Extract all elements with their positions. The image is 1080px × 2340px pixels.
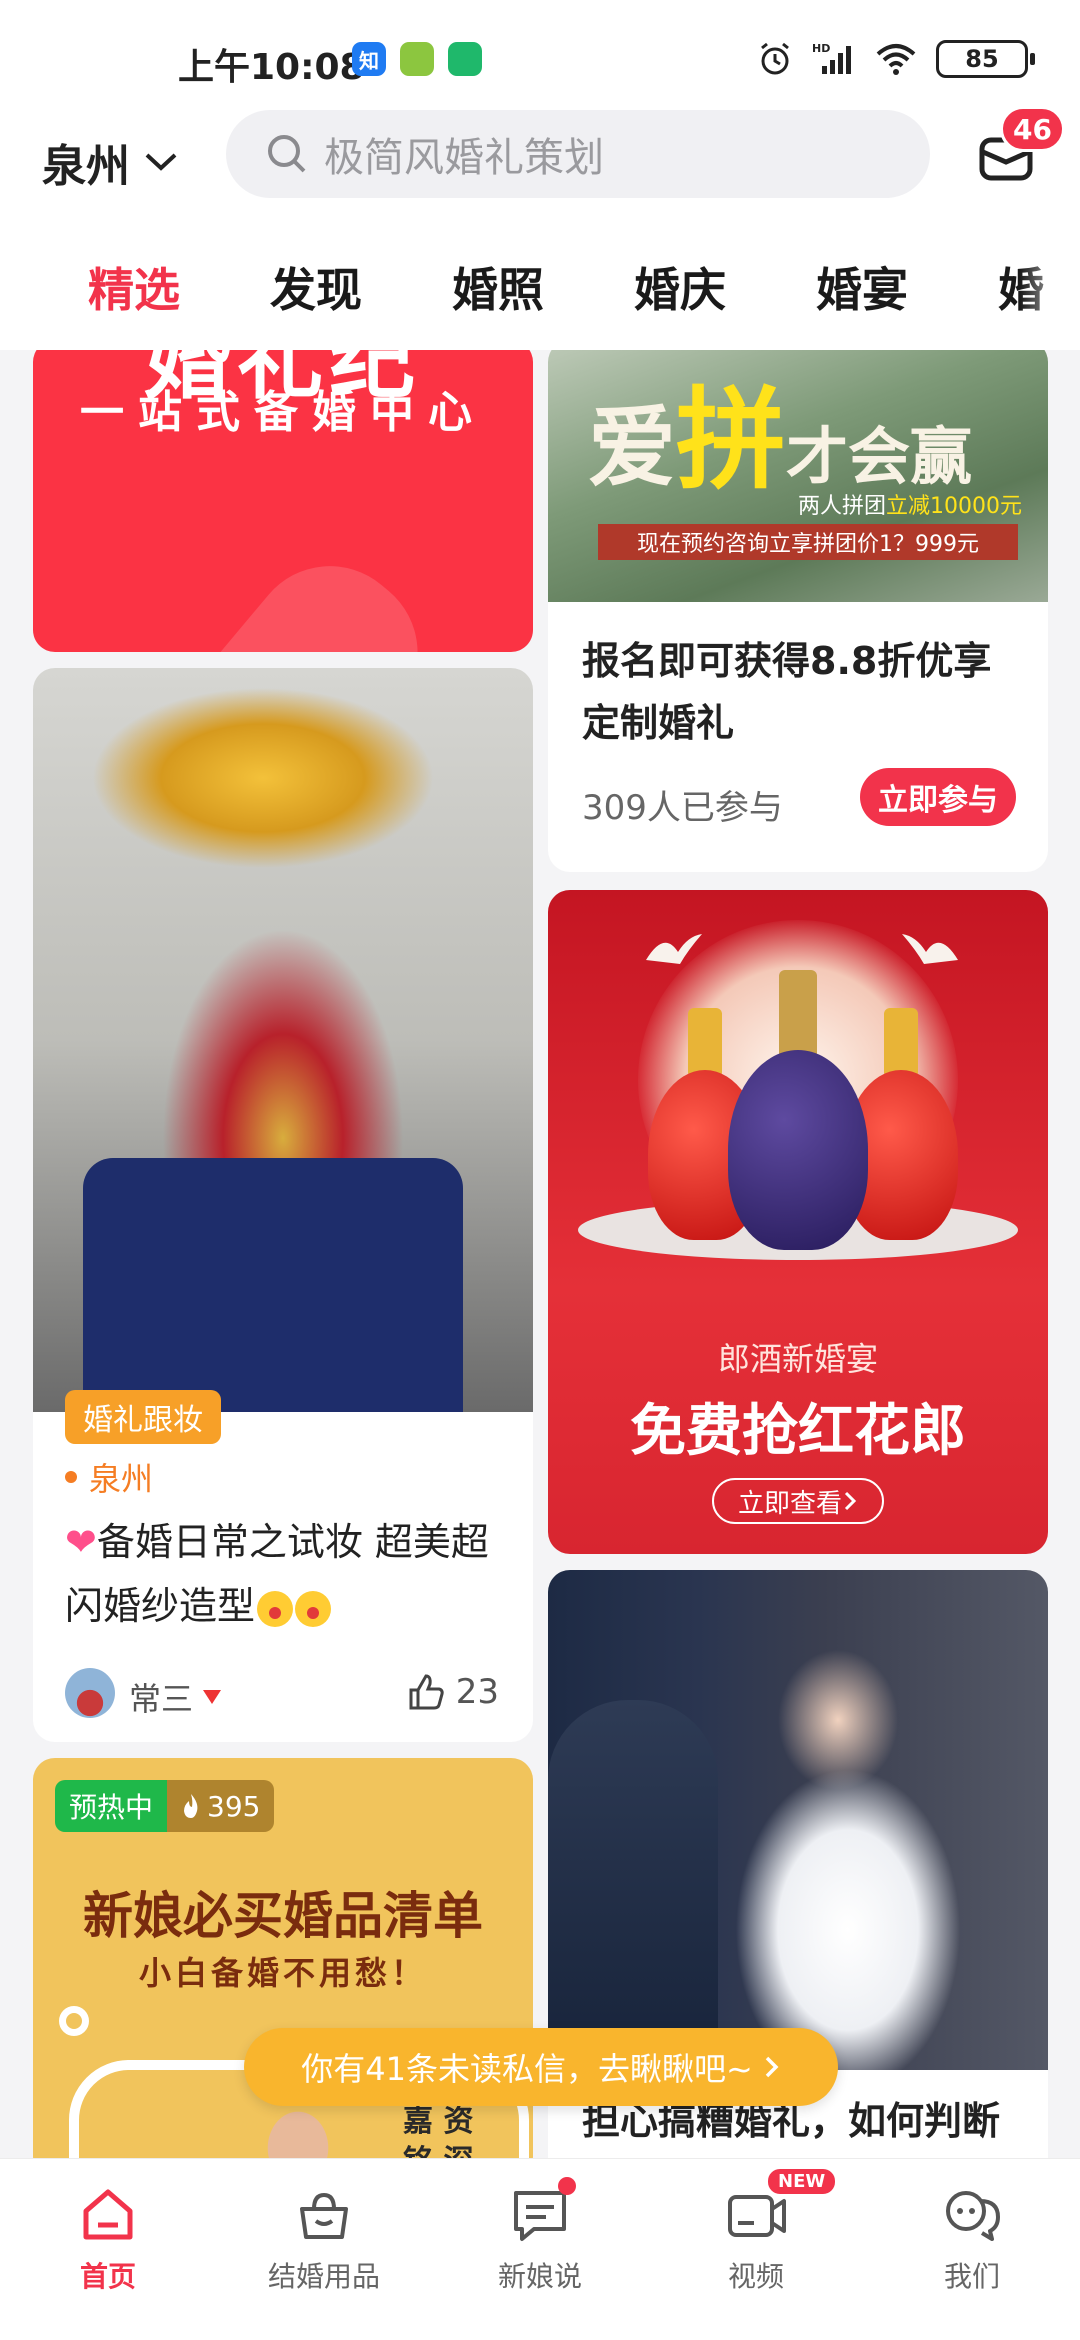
heart-emoji-icon: ❤ xyxy=(65,1520,97,1564)
like-count: 23 xyxy=(455,1672,499,1712)
unread-dot xyxy=(558,2177,576,2195)
bottle-neck-left xyxy=(688,1008,722,1078)
wedding-ceremony-photo xyxy=(548,1570,1048,2070)
thumbs-up-icon xyxy=(409,1674,444,1710)
zhihu-app-icon: 知 xyxy=(352,42,386,76)
unread-messages-toast[interactable]: 你有41条未读私信，去瞅瞅吧~ xyxy=(244,2028,838,2106)
brand-banner-card[interactable]: 婚礼纪 一站式备婚中心 xyxy=(33,350,533,652)
status-app-icons: 知 xyxy=(352,42,482,76)
groom-shape xyxy=(548,1700,718,2070)
couple-chat-icon xyxy=(946,2191,1000,2241)
home-icon xyxy=(83,2189,133,2240)
heat-count: 395 xyxy=(167,1780,275,1832)
banner-subtitle: 一站式备婚中心 xyxy=(80,387,486,438)
promo-image: 爱拼才会赢 两人拼团立减10000元 现在预约咨询立享拼团价1？999元 xyxy=(548,350,1048,602)
wifi-icon xyxy=(876,44,916,75)
battery-indicator: 85 xyxy=(936,40,1035,78)
tab-discover[interactable]: 发现 xyxy=(270,254,362,320)
nav-bride-says[interactable]: 新娘说 xyxy=(460,2177,620,2295)
wow-emoji-icon xyxy=(257,1590,294,1627)
decor-ring xyxy=(59,2006,89,2036)
search-bar[interactable]: 极简风婚礼策划 xyxy=(226,110,930,198)
chevron-down-icon xyxy=(145,153,177,171)
promo-image-bar: 现在预约咨询立享拼团价1？999元 xyxy=(598,524,1018,560)
nav-video-label: 视频 xyxy=(727,2260,784,2293)
avatar[interactable] xyxy=(65,1668,115,1718)
category-tabs: 精选 发现 婚照 婚庆 婚宴 婚 xyxy=(0,230,1080,350)
ad-headline: 免费抢红花郎 xyxy=(630,1399,966,1464)
green-app-icon xyxy=(448,42,482,76)
tab-featured[interactable]: 精选 xyxy=(88,254,180,320)
location-dot-icon xyxy=(65,1471,77,1483)
shopping-subtitle: 小白备婚不用愁！ xyxy=(138,1954,427,1992)
wow-emoji-icon-2 xyxy=(295,1590,332,1627)
post-location: 泉州 xyxy=(65,1454,153,1500)
join-now-button[interactable]: 立即参与 xyxy=(860,768,1016,826)
banner-decoration xyxy=(165,533,451,652)
message-count-badge: 46 xyxy=(1000,106,1065,152)
tab-wedding-planning[interactable]: 婚庆 xyxy=(634,254,726,320)
city-selector[interactable]: 泉州 xyxy=(42,130,178,194)
preheat-label: 预热中 xyxy=(55,1780,168,1832)
post-author[interactable]: 常三 xyxy=(129,1674,222,1720)
svg-text:HD: HD xyxy=(812,42,830,55)
shopping-bag-icon xyxy=(300,2192,348,2239)
crane-icon-2 xyxy=(902,934,958,964)
chevron-right-icon xyxy=(765,2056,779,2078)
nav-us-label: 我们 xyxy=(943,2260,1000,2293)
nav-supplies-label: 结婚用品 xyxy=(267,2260,380,2293)
flame-icon xyxy=(184,1794,198,1818)
promo-image-title: 爱拼才会赢 xyxy=(588,375,973,504)
presenter-caption: 嘉 资铭 深 xyxy=(403,2104,474,2158)
tab-wedding-photo[interactable]: 婚照 xyxy=(452,254,544,320)
search-placeholder: 极简风婚礼策划 xyxy=(324,135,604,181)
bottle-neck-right xyxy=(884,1008,918,1078)
feed[interactable]: 婚礼纪 一站式备婚中心 爱拼才会赢 两人拼团立减10000元 现在预约咨询立享拼… xyxy=(0,350,1080,2158)
music-app-icon xyxy=(400,42,434,76)
nav-wedding-supplies[interactable]: 结婚用品 xyxy=(244,2183,404,2295)
promo-image-line: 两人拼团立减10000元 xyxy=(798,494,1023,519)
tabs-fade xyxy=(1020,230,1080,350)
purple-bottle-center xyxy=(728,1050,868,1250)
nav-home[interactable]: 首页 xyxy=(28,2183,188,2295)
signal-icon: HD xyxy=(812,42,851,74)
makeup-post-card[interactable]: 婚礼跟妆 泉州 ❤备婚日常之试妆 超美超闪婚纱造型 常三 23 xyxy=(33,668,533,1742)
post-title: ❤备婚日常之试妆 超美超闪婚纱造型 xyxy=(65,1510,515,1638)
bottom-navigation: 首页 结婚用品 新娘说 NEW 视频 我们 xyxy=(0,2158,1080,2340)
status-indicators: HD 85 xyxy=(756,40,1035,78)
status-bar: 上午10:08 知 HD 85 xyxy=(0,0,1080,110)
nav-home-label: 首页 xyxy=(79,2260,136,2293)
bottle-neck-center xyxy=(779,970,817,1060)
promo-card[interactable]: 爱拼才会赢 两人拼团立减10000元 现在预约咨询立享拼团价1？999元 报名即… xyxy=(548,350,1048,872)
promo-title: 报名即可获得8.8折优享定制婚礼 xyxy=(582,639,992,745)
nav-us[interactable]: 我们 xyxy=(892,2183,1052,2295)
shopping-title: 新娘必买婚品清单 xyxy=(83,1887,483,1945)
tab-wedding-banquet[interactable]: 婚宴 xyxy=(816,254,908,320)
top-bar: 泉州 极简风婚礼策划 46 xyxy=(0,106,1080,230)
gender-icon xyxy=(203,1690,222,1704)
nav-bride-says-label: 新娘说 xyxy=(497,2260,582,2293)
alarm-icon xyxy=(761,42,789,75)
chevron-right-icon xyxy=(844,1491,857,1511)
search-icon xyxy=(268,135,306,173)
category-tag: 婚礼跟妆 xyxy=(65,1390,221,1444)
like-button[interactable]: 23 xyxy=(406,1672,499,1712)
crane-icon xyxy=(646,934,702,964)
nav-video[interactable]: NEW 视频 xyxy=(676,2167,838,2295)
chair-shape xyxy=(83,1158,463,1412)
status-time: 上午10:08 xyxy=(178,47,365,88)
city-label: 泉州 xyxy=(42,141,130,192)
participant-count: 309人已参与 xyxy=(582,788,783,828)
preheat-badge: 预热中 395 xyxy=(55,1780,275,1832)
view-now-button[interactable]: 立即查看 xyxy=(712,1478,884,1524)
toast-text: 你有41条未读私信，去瞅瞅吧~ xyxy=(301,2050,753,2088)
bride-makeup-photo xyxy=(33,668,533,1412)
ad-subtitle: 郎酒新婚宴 xyxy=(717,1340,878,1378)
new-badge: NEW xyxy=(766,2167,838,2196)
wine-ad-card[interactable]: 郎酒新婚宴 免费抢红花郎 立即查看 xyxy=(548,890,1048,1554)
